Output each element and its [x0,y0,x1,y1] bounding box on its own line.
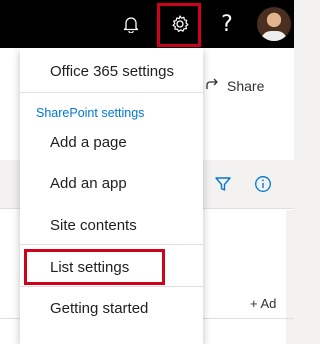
help-glyph: ? [221,11,233,37]
list-settings-highlight-box [24,249,165,285]
site-contents-item[interactable]: Site contents [20,216,203,236]
share-label: Share [227,77,265,94]
getting-started-item[interactable]: Getting started [20,299,203,319]
share-icon [205,77,221,94]
vertical-scrollbar[interactable] [286,210,294,344]
menu-divider [20,286,203,287]
avatar[interactable] [257,7,291,41]
help-icon[interactable]: ? [210,8,244,40]
office365-settings-item[interactable]: Office 365 settings [20,62,203,82]
notification-bell-icon[interactable] [114,8,148,40]
avatar-shirt [261,31,287,41]
gear-highlight-box [157,3,201,47]
sharepoint-settings-label: SharePoint settings [36,106,145,120]
settings-menu: Office 365 settings SharePoint settings … [20,48,203,344]
share-button[interactable]: Share [205,77,264,94]
menu-divider [20,244,203,245]
add-a-page-item[interactable]: Add a page [20,133,203,153]
add-column-label: + Ad [250,296,277,311]
add-an-app-item[interactable]: Add an app [20,174,203,194]
info-icon[interactable] [254,175,272,198]
filter-icon[interactable] [214,175,232,198]
add-column-button[interactable]: + Ad [250,296,276,311]
menu-divider [20,92,203,93]
